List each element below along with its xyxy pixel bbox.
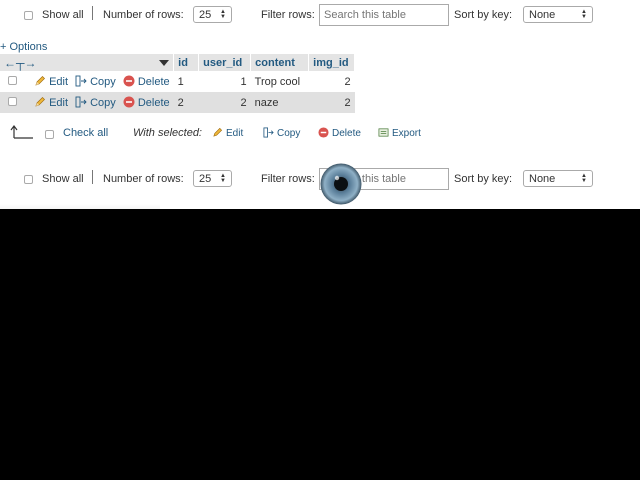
cell-id: 1 [173, 71, 199, 92]
sort-by-key-value: None [529, 172, 556, 185]
row-checkbox[interactable] [8, 76, 17, 85]
column-header-img-id[interactable]: img_id [308, 54, 356, 71]
cell-content: naze [250, 92, 309, 113]
sort-label: Sort by key: [454, 173, 513, 185]
show-all-checkbox[interactable] [24, 11, 33, 20]
sort-by-key-select[interactable]: None ▲ ▼ [523, 6, 593, 23]
delete-icon [318, 127, 329, 138]
select-arrows-icon: ▲ ▼ [581, 8, 587, 20]
copy-action[interactable]: Copy [75, 75, 116, 88]
row-actions: Edit Copy Delete [0, 92, 174, 113]
bulk-delete-button[interactable]: Delete [318, 127, 361, 139]
export-icon [378, 128, 389, 137]
filter-label: Filter rows: [261, 173, 315, 185]
cell-user-id: 2 [198, 92, 251, 113]
show-all-label[interactable]: Show all [42, 9, 84, 21]
pencil-icon [213, 127, 223, 137]
separator [92, 6, 93, 20]
rows-label: Number of rows: [103, 173, 184, 185]
sort-by-key-value: None [529, 8, 556, 21]
filter-rows-input[interactable] [319, 4, 449, 26]
eye-cursor-icon [320, 163, 362, 205]
table-header-row: ←┬→ id user_id content img_id [0, 54, 356, 71]
bulk-actions-bar: Check all With selected: Edit Copy Delet… [0, 122, 640, 144]
select-arrows-icon: ▲ ▼ [220, 8, 226, 20]
bulk-edit-button[interactable]: Edit [212, 127, 243, 139]
column-header-id[interactable]: id [173, 54, 200, 71]
delete-icon [123, 96, 135, 108]
rows-per-page-select[interactable]: 25 ▲ ▼ [193, 170, 232, 187]
show-all-label[interactable]: Show all [42, 173, 84, 185]
delete-action[interactable]: Delete [123, 96, 170, 109]
copy-icon [263, 127, 274, 138]
show-all-checkbox[interactable] [24, 175, 33, 184]
panel-edge [0, 204, 160, 209]
column-header-user-id[interactable]: user_id [198, 54, 252, 71]
cell-img-id: 2 [308, 92, 355, 113]
table-row: Edit Copy Delete 2 2 naze 2 [0, 92, 355, 113]
arrow-left-up-icon [10, 125, 33, 139]
delete-icon [123, 75, 135, 87]
edit-action[interactable]: Edit [34, 97, 68, 109]
pencil-icon [35, 76, 46, 86]
rows-label: Number of rows: [103, 9, 184, 21]
table-browse-panel: Show all Number of rows: 25 ▲ ▼ Filter ro… [0, 0, 640, 209]
cell-content: Trop cool [250, 71, 309, 92]
with-selected-label: With selected: [133, 127, 202, 139]
copy-action[interactable]: Copy [75, 96, 116, 109]
rows-per-page-select[interactable]: 25 ▲ ▼ [193, 6, 232, 23]
top-navigation-bar: Show all Number of rows: 25 ▲ ▼ Filter ro… [0, 2, 640, 30]
check-all-checkbox[interactable] [45, 130, 54, 139]
copy-icon [75, 75, 87, 87]
table-row: Edit Copy Delete 1 1 Trop cool 2 [0, 71, 355, 92]
copy-icon [75, 96, 87, 108]
options-link[interactable]: + Options [0, 41, 47, 53]
cell-img-id: 2 [308, 71, 355, 92]
edit-action[interactable]: Edit [34, 76, 68, 88]
sort-dropdown-icon[interactable] [159, 59, 170, 66]
bulk-export-button[interactable]: Export [378, 127, 421, 139]
column-resize-arrows-icon[interactable]: ←┬→ [4, 56, 37, 70]
results-table: ←┬→ id user_id content img_id Edit Copy … [0, 54, 356, 113]
cell-user-id: 1 [198, 71, 251, 92]
column-header-content[interactable]: content [250, 54, 310, 71]
separator [92, 170, 93, 184]
cell-id: 2 [173, 92, 199, 113]
row-checkbox[interactable] [8, 97, 17, 106]
actions-header: ←┬→ [0, 54, 175, 71]
check-all-label[interactable]: Check all [63, 127, 108, 139]
delete-action[interactable]: Delete [123, 75, 170, 88]
rows-per-page-value: 25 [199, 8, 212, 21]
select-arrows-icon: ▲ ▼ [581, 172, 587, 184]
row-actions: Edit Copy Delete [0, 71, 174, 92]
select-arrows-icon: ▲ ▼ [220, 172, 226, 184]
filter-label: Filter rows: [261, 9, 315, 21]
sort-by-key-select[interactable]: None ▲ ▼ [523, 170, 593, 187]
bulk-copy-button[interactable]: Copy [263, 127, 300, 139]
sort-label: Sort by key: [454, 9, 513, 21]
pencil-icon [35, 97, 46, 107]
rows-per-page-value: 25 [199, 172, 212, 185]
